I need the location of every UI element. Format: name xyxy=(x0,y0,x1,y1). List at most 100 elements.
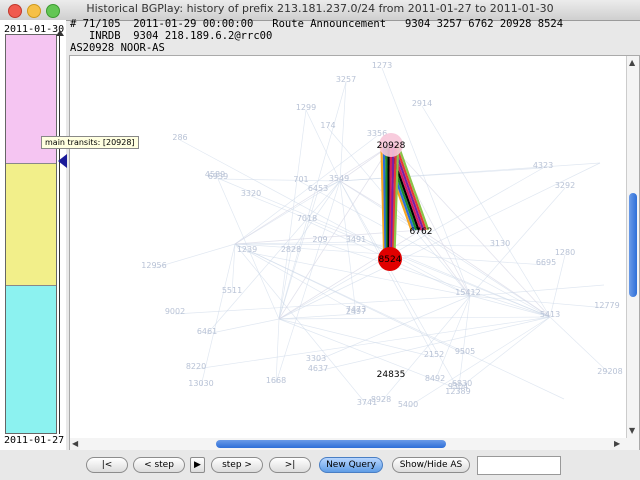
faded-edge xyxy=(469,284,605,297)
faded-as-label: 5400 xyxy=(398,400,418,409)
scroll-right-icon[interactable]: ▶ xyxy=(614,439,620,448)
faded-edge xyxy=(339,180,357,315)
faded-edge xyxy=(275,318,280,384)
play-button[interactable]: ▶ xyxy=(190,457,205,473)
faded-as-label: 12779 xyxy=(594,301,619,310)
faded-edge xyxy=(549,316,611,375)
timeline-separator xyxy=(6,163,56,164)
faded-edge xyxy=(174,295,471,315)
faded-as-label: 1239 xyxy=(237,245,257,254)
horizontal-scroll-thumb[interactable] xyxy=(216,440,446,448)
faded-edge xyxy=(179,139,471,297)
faded-edge xyxy=(246,251,471,297)
faded-edge xyxy=(217,178,341,182)
faded-as-label: 7018 xyxy=(297,214,317,223)
faded-as-label: 2152 xyxy=(424,350,444,359)
scroll-left-icon[interactable]: ◀ xyxy=(72,439,78,448)
faded-as-label: 3320 xyxy=(241,189,261,198)
faded-as-label: 9505 xyxy=(455,347,475,356)
timeline-panel: 2011-01-30 2011-01-27 xyxy=(0,20,67,450)
faded-as-label: 4323 xyxy=(533,161,553,170)
selected-as-label: AS20928 NOOR-AS xyxy=(70,42,165,54)
faded-as-label: 286 xyxy=(172,133,187,142)
vertical-scrollbar[interactable]: ▲ ▼ xyxy=(626,56,639,439)
faded-edge xyxy=(234,243,357,313)
timeline-cursor-icon[interactable] xyxy=(58,154,67,168)
prev-step-button[interactable]: < step xyxy=(133,457,185,473)
faded-as-label: 3130 xyxy=(490,239,510,248)
faded-as-label: 2828 xyxy=(281,245,301,254)
faded-edge xyxy=(234,243,501,247)
faded-as-label: 174 xyxy=(320,121,335,130)
first-button[interactable]: |< xyxy=(86,457,128,473)
node-label: 20928 xyxy=(377,141,406,151)
as-search-input[interactable] xyxy=(477,456,561,475)
path-edge xyxy=(385,144,389,260)
faded-as-label: 15412 xyxy=(455,288,480,297)
faded-as-label: 6830 xyxy=(452,379,472,388)
timeline-bar[interactable] xyxy=(5,34,57,434)
axis-arrow-icon xyxy=(56,30,64,36)
faded-as-label: 5511 xyxy=(222,286,242,295)
faded-as-label: 6939 xyxy=(208,172,228,181)
faded-edge xyxy=(467,294,551,318)
faded-as-label: 3491 xyxy=(346,235,366,244)
faded-as-label: 6453 xyxy=(308,184,328,193)
last-button[interactable]: >| xyxy=(269,457,311,473)
faded-edge xyxy=(420,229,551,318)
timeline-separator xyxy=(6,285,56,286)
faded-edge xyxy=(339,81,347,182)
faded-as-label: 8220 xyxy=(186,362,206,371)
faded-as-label: 6695 xyxy=(536,258,556,267)
faded-edge xyxy=(420,229,471,297)
faded-as-label: 2497 xyxy=(346,307,366,316)
faded-as-label: 3549 xyxy=(329,174,349,183)
faded-edge xyxy=(278,316,551,320)
faded-as-label: 3292 xyxy=(555,181,575,190)
faded-as-label: 209 xyxy=(312,235,327,244)
timeline-band-cyan xyxy=(6,285,56,433)
bgp-graph-canvas[interactable]: 3257 1273 2914 3356 1299 174 701 3549 6453 7018 20… xyxy=(69,55,640,440)
faded-as-label: 2914 xyxy=(412,99,432,108)
event-info-line1: # 71/105 2011-01-29 00:00:00 Route Annou… xyxy=(70,18,564,30)
faded-as-label: 4637 xyxy=(308,364,328,373)
timeline-end-date: 2011-01-27 xyxy=(4,435,65,446)
faded-as-label: 29208 xyxy=(597,367,622,376)
faded-as-label: 701 xyxy=(293,175,308,184)
faded-as-label: 9002 xyxy=(165,307,185,316)
scroll-down-icon[interactable]: ▼ xyxy=(629,426,635,435)
new-query-button[interactable]: New Query xyxy=(319,457,383,473)
faded-as-label: 1299 xyxy=(296,103,316,112)
faded-as-label: 1273 xyxy=(372,61,392,70)
tooltip: main transits: [20928] xyxy=(41,136,139,149)
node-label: 24835 xyxy=(377,370,406,380)
vertical-scroll-thumb[interactable] xyxy=(629,193,637,297)
timeline-axis xyxy=(59,34,60,434)
faded-as-label: 8492 xyxy=(425,374,445,383)
next-step-button[interactable]: step > xyxy=(211,457,263,473)
scroll-up-icon[interactable]: ▲ xyxy=(629,58,635,67)
show-hide-as-button[interactable]: Show/Hide AS xyxy=(392,457,470,473)
faded-as-label: 13030 xyxy=(188,379,213,388)
faded-edge xyxy=(339,162,601,182)
faded-as-label: 3257 xyxy=(336,75,356,84)
faded-as-label: 3303 xyxy=(306,354,326,363)
event-info-line2: INRDB 9304 218.189.6.2@rrc00 xyxy=(70,30,273,42)
faded-as-label: 5413 xyxy=(540,310,560,319)
faded-edge xyxy=(407,316,551,408)
node-label: 8524 xyxy=(379,255,402,265)
faded-edge xyxy=(421,105,551,318)
graph-svg: 32571273291433561299174701 35496453701820… xyxy=(141,61,622,409)
timeline-band-yellow xyxy=(6,163,56,285)
faded-as-label: 12389 xyxy=(445,387,470,396)
faded-as-label: 1280 xyxy=(555,248,575,257)
faded-as-label: 6461 xyxy=(197,327,217,336)
event-info: # 71/105 2011-01-29 00:00:00 Route Annou… xyxy=(70,18,563,42)
faded-as-label: 12956 xyxy=(141,261,166,270)
faded-edge xyxy=(195,316,551,370)
faded-edge xyxy=(469,187,566,297)
faded-as-label: 3741 xyxy=(357,398,377,407)
faded-as-label: 1668 xyxy=(266,376,286,385)
faded-edge xyxy=(300,181,551,318)
window-title: Historical BGPlay: history of prefix 213… xyxy=(86,2,554,15)
